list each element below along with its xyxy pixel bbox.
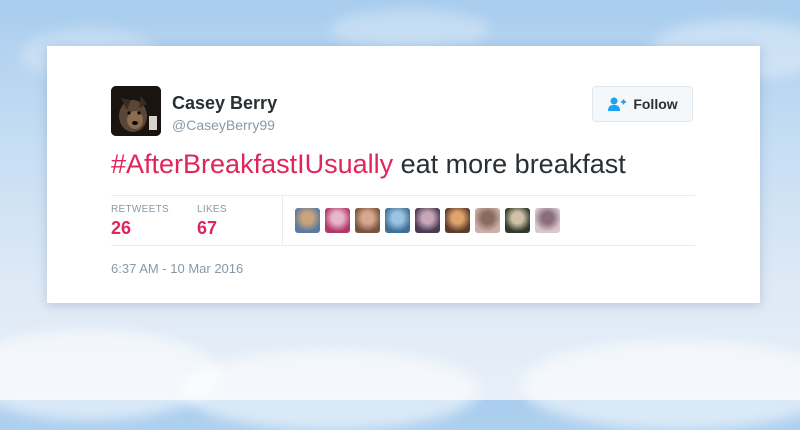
tweet-card: Casey Berry @CaseyBerry99 Follow #AfterB… [47,46,760,303]
author-avatar[interactable] [111,86,161,136]
tweet-text: #AfterBreakfastIUsually eat more breakfa… [111,149,711,180]
author-name[interactable]: Casey Berry [172,93,277,114]
liker-avatar[interactable] [355,208,380,233]
retweets-count: 26 [111,218,132,238]
liker-avatar[interactable] [535,208,560,233]
liker-avatar[interactable] [505,208,530,233]
retweets-label: RETWEETS [111,204,169,215]
add-user-icon [607,96,627,112]
liker-avatar[interactable] [325,208,350,233]
author-handle[interactable]: @CaseyBerry99 [172,117,275,133]
liker-avatar[interactable] [445,208,470,233]
likers-list [295,208,560,233]
tweet-body: eat more breakfast [393,149,626,179]
tweet-stats: RETWEETS 26 LIKES 67 [111,195,695,246]
likes-stat[interactable]: LIKES 67 [197,204,227,239]
liker-avatar[interactable] [385,208,410,233]
follow-button[interactable]: Follow [592,86,693,122]
hashtag-link[interactable]: #AfterBreakfastIUsually [111,149,393,179]
liker-avatar[interactable] [475,208,500,233]
follow-label: Follow [633,96,678,112]
stats-divider [282,196,283,245]
likes-label: LIKES [197,204,227,215]
liker-avatar[interactable] [295,208,320,233]
tweet-timestamp[interactable]: 6:37 AM - 10 Mar 2016 [111,261,243,276]
retweets-stat[interactable]: RETWEETS 26 [111,204,169,239]
liker-avatar[interactable] [415,208,440,233]
likes-count: 67 [197,218,218,238]
